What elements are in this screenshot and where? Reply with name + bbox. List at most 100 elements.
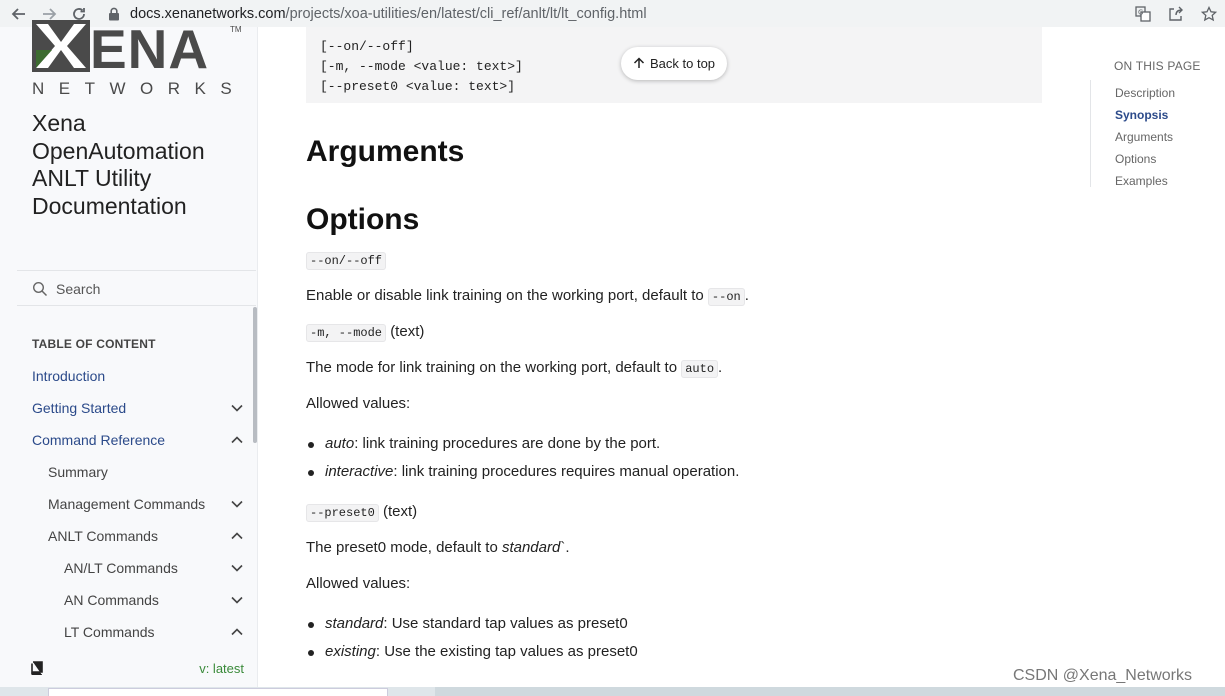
bottom-tab bbox=[48, 688, 388, 696]
preset0-values-list: standard: Use standard tap values as pre… bbox=[306, 610, 638, 666]
on-this-page-title: ON THIS PAGE bbox=[1114, 59, 1201, 73]
sidebar-item-getting-started[interactable]: Getting Started bbox=[32, 392, 244, 424]
default-em: standard bbox=[501, 539, 561, 556]
sidebar-item-label: Summary bbox=[48, 464, 108, 480]
option-preset0: --preset0 (text) bbox=[306, 503, 418, 522]
list-item: existing: Use the existing tap values as… bbox=[306, 638, 638, 666]
chevron-down-icon[interactable] bbox=[230, 593, 244, 607]
version-selector[interactable]: v: latest bbox=[199, 661, 244, 676]
back-to-top-label: Back to top bbox=[650, 56, 716, 71]
sidebar-item-an-commands[interactable]: AN Commands bbox=[64, 584, 244, 616]
sidebar-item-management-commands[interactable]: Management Commands bbox=[48, 488, 244, 520]
sidebar-item-label: ANLT Commands bbox=[48, 528, 158, 544]
toc-title: TABLE OF CONTENT bbox=[32, 337, 156, 351]
desc-text: The mode for link training on the workin… bbox=[306, 359, 682, 376]
option-type: (text) bbox=[390, 323, 425, 340]
search-icon bbox=[32, 281, 48, 297]
sidebar-item-summary[interactable]: Summary bbox=[48, 456, 244, 488]
value-desc: : link training procedures are done by t… bbox=[354, 435, 661, 452]
mode-values-list: auto: link training procedures are done … bbox=[306, 430, 739, 486]
chevron-up-icon[interactable] bbox=[230, 433, 244, 447]
logo-tm: TM bbox=[230, 25, 242, 34]
star-icon[interactable] bbox=[1192, 5, 1225, 22]
otp-item-arguments[interactable]: Arguments bbox=[1115, 130, 1173, 144]
value-name: standard bbox=[325, 615, 384, 632]
logo-subtitle: NETWORKS bbox=[32, 79, 246, 98]
value-name: existing bbox=[325, 643, 376, 660]
doc-title[interactable]: Xena OpenAutomation ANLT Utility Documen… bbox=[32, 110, 247, 220]
option-mode-desc: The mode for link training on the workin… bbox=[306, 359, 723, 378]
sidebar-item-label: Getting Started bbox=[32, 400, 127, 416]
sidebar-item-label: AN/LT Commands bbox=[64, 560, 178, 576]
list-item: auto: link training procedures are done … bbox=[306, 430, 739, 458]
desc-suffix: `. bbox=[560, 539, 570, 556]
sidebar-item-an-lt-commands[interactable]: AN/LT Commands bbox=[64, 552, 244, 584]
otp-item-description[interactable]: Description bbox=[1115, 86, 1175, 100]
value-name: interactive bbox=[325, 463, 394, 480]
default-code: --on bbox=[707, 288, 745, 306]
code-line: [--preset0 <value: text>] bbox=[320, 79, 516, 94]
heading-arguments: Arguments bbox=[306, 135, 465, 168]
sidebar-footer: v: latest bbox=[30, 657, 244, 679]
sidebar-item-label: Management Commands bbox=[48, 496, 206, 512]
chevron-down-icon[interactable] bbox=[230, 497, 244, 511]
desc-suffix: . bbox=[718, 359, 723, 376]
bottom-strip bbox=[0, 687, 1225, 696]
desc-text: Enable or disable link training on the w… bbox=[306, 287, 708, 304]
xena-logo[interactable]: ENA TM NETWORKS bbox=[32, 18, 246, 124]
chevron-down-icon[interactable] bbox=[230, 401, 244, 415]
desc-text: The preset0 mode, default to bbox=[306, 539, 502, 556]
option-on-off: --on/--off bbox=[306, 251, 387, 270]
sidebar-item-introduction[interactable]: Introduction bbox=[32, 360, 244, 392]
option-code: --on/--off bbox=[306, 252, 387, 270]
watermark: CSDN @Xena_Networks bbox=[1013, 667, 1192, 684]
option-code: -m, --mode bbox=[306, 324, 387, 342]
value-name: auto bbox=[325, 435, 355, 452]
value-desc: : Use the existing tap values as preset0 bbox=[375, 643, 638, 660]
sidebar-item-label: LT Commands bbox=[64, 624, 155, 640]
lock-icon bbox=[108, 7, 120, 21]
list-item: standard: Use standard tap values as pre… bbox=[306, 610, 638, 638]
allowed-values-label: Allowed values: bbox=[306, 575, 411, 592]
option-on-off-desc: Enable or disable link training on the w… bbox=[306, 287, 749, 306]
book-icon[interactable] bbox=[30, 661, 44, 675]
list-item: interactive: link training procedures re… bbox=[306, 458, 739, 486]
heading-options: Options bbox=[306, 203, 420, 236]
sidebar-item-anlt-commands[interactable]: ANLT Commands bbox=[48, 520, 244, 552]
default-code: auto bbox=[681, 360, 719, 378]
option-code: --preset0 bbox=[306, 504, 379, 522]
search-label: Search bbox=[56, 281, 101, 297]
svg-text:G: G bbox=[1138, 8, 1143, 16]
allowed-values-label: Allowed values: bbox=[306, 395, 411, 412]
chevron-up-icon[interactable] bbox=[230, 529, 244, 543]
value-desc: : link training procedures requires manu… bbox=[393, 463, 740, 480]
chevron-up-icon[interactable] bbox=[230, 625, 244, 639]
on-this-page-rail bbox=[1090, 80, 1091, 187]
url-path: /projects/xoa-utilities/en/latest/cli_re… bbox=[285, 5, 647, 22]
chevron-down-icon[interactable] bbox=[230, 561, 244, 575]
translate-icon[interactable]: G bbox=[1126, 5, 1159, 22]
desc-suffix: . bbox=[744, 287, 749, 304]
sidebar-item-command-reference[interactable]: Command Reference bbox=[32, 424, 244, 456]
bottom-tab bbox=[435, 687, 1225, 696]
sidebar-item-label: AN Commands bbox=[64, 592, 159, 608]
search-button[interactable]: Search bbox=[32, 278, 100, 300]
sidebar-item-lt-commands[interactable]: LT Commands bbox=[64, 616, 244, 648]
value-desc: : Use standard tap values as preset0 bbox=[383, 615, 628, 632]
back-icon[interactable] bbox=[4, 0, 34, 27]
share-icon[interactable] bbox=[1159, 6, 1192, 22]
otp-item-options[interactable]: Options bbox=[1115, 152, 1156, 166]
sidebar-item-label: Introduction bbox=[32, 368, 106, 384]
arrow-up-icon bbox=[633, 56, 645, 72]
option-preset0-desc: The preset0 mode, default to standard`. bbox=[306, 539, 570, 556]
otp-item-examples[interactable]: Examples bbox=[1115, 174, 1168, 188]
divider bbox=[17, 270, 256, 271]
back-to-top-button[interactable]: Back to top bbox=[621, 47, 728, 80]
logo-text: ENA bbox=[90, 20, 209, 80]
option-mode: -m, --mode (text) bbox=[306, 323, 425, 342]
sidebar-scrollbar[interactable] bbox=[253, 307, 257, 443]
otp-item-synopsis[interactable]: Synopsis bbox=[1115, 108, 1168, 122]
sidebar-item-label: Command Reference bbox=[32, 432, 166, 448]
option-type: (text) bbox=[382, 503, 418, 520]
divider bbox=[17, 305, 256, 306]
